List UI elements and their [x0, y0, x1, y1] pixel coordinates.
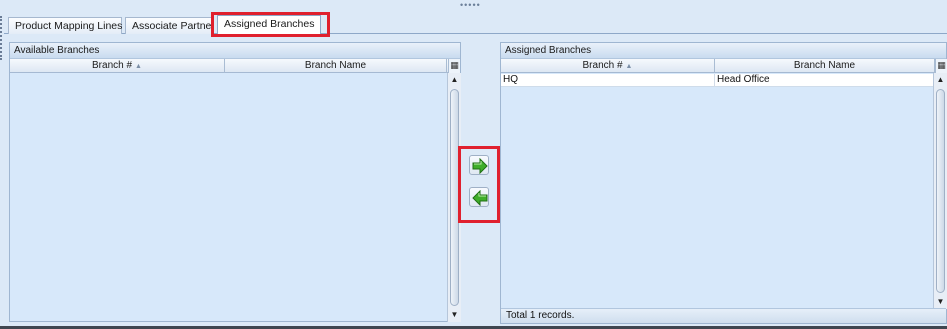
tab-associate-partner[interactable]: Associate Partner	[125, 17, 213, 34]
branch-no-cell: HQ	[501, 74, 715, 87]
available-branches-title: Available Branches	[10, 43, 460, 59]
table-row[interactable]: HQ Head Office	[501, 74, 935, 87]
tab-product-mapping-lines[interactable]: Product Mapping Lines	[8, 17, 122, 34]
column-label: Branch #	[582, 60, 623, 71]
available-col-branch-no[interactable]: Branch # ▲	[10, 59, 225, 73]
scroll-up-icon[interactable]: ▲	[934, 74, 947, 86]
branch-name-cell: Head Office	[715, 74, 935, 87]
assigned-branches-panel: Assigned Branches Branch # ▲ Branch Name …	[500, 42, 947, 324]
branch-assignment-screen: ••••• Product Mapping Lines Associate Pa…	[0, 0, 947, 329]
records-count-footer: Total 1 records.	[501, 308, 946, 323]
sort-ascending-icon: ▲	[135, 63, 142, 70]
sort-ascending-icon: ▲	[625, 63, 633, 70]
tab-highlight-box	[211, 12, 330, 37]
assigned-branches-title: Assigned Branches	[501, 43, 946, 59]
assigned-col-branch-name[interactable]: Branch Name	[715, 59, 935, 73]
scroll-down-icon[interactable]: ▼	[448, 309, 461, 321]
column-chooser-icon[interactable]: ▦	[448, 59, 460, 73]
scroll-thumb[interactable]	[936, 89, 945, 293]
scroll-up-icon[interactable]: ▲	[448, 74, 461, 86]
scroll-down-icon[interactable]: ▼	[934, 296, 947, 308]
column-label: Branch Name	[304, 60, 367, 71]
splitter-handle[interactable]: •••••	[460, 1, 490, 10]
assigned-vertical-scrollbar[interactable]: ▲ ▼	[933, 73, 947, 309]
column-label: Branch Name	[793, 60, 856, 71]
assigned-grid-header: Branch # ▲ Branch Name ▦	[501, 59, 947, 73]
available-branches-panel: Available Branches Branch # ▲ Branch Name…	[9, 42, 461, 322]
column-chooser-icon[interactable]: ▦	[935, 59, 947, 73]
assigned-col-branch-no[interactable]: Branch # ▲	[501, 59, 715, 73]
available-grid-header: Branch # ▲ Branch Name ▦	[10, 59, 460, 73]
tab-strip: Product Mapping Lines Associate Partner …	[4, 14, 944, 35]
column-label: Branch #	[92, 60, 133, 71]
available-col-branch-name[interactable]: Branch Name	[225, 59, 447, 73]
move-buttons-highlight-box	[458, 146, 500, 223]
left-splitter-handle[interactable]	[0, 16, 3, 60]
